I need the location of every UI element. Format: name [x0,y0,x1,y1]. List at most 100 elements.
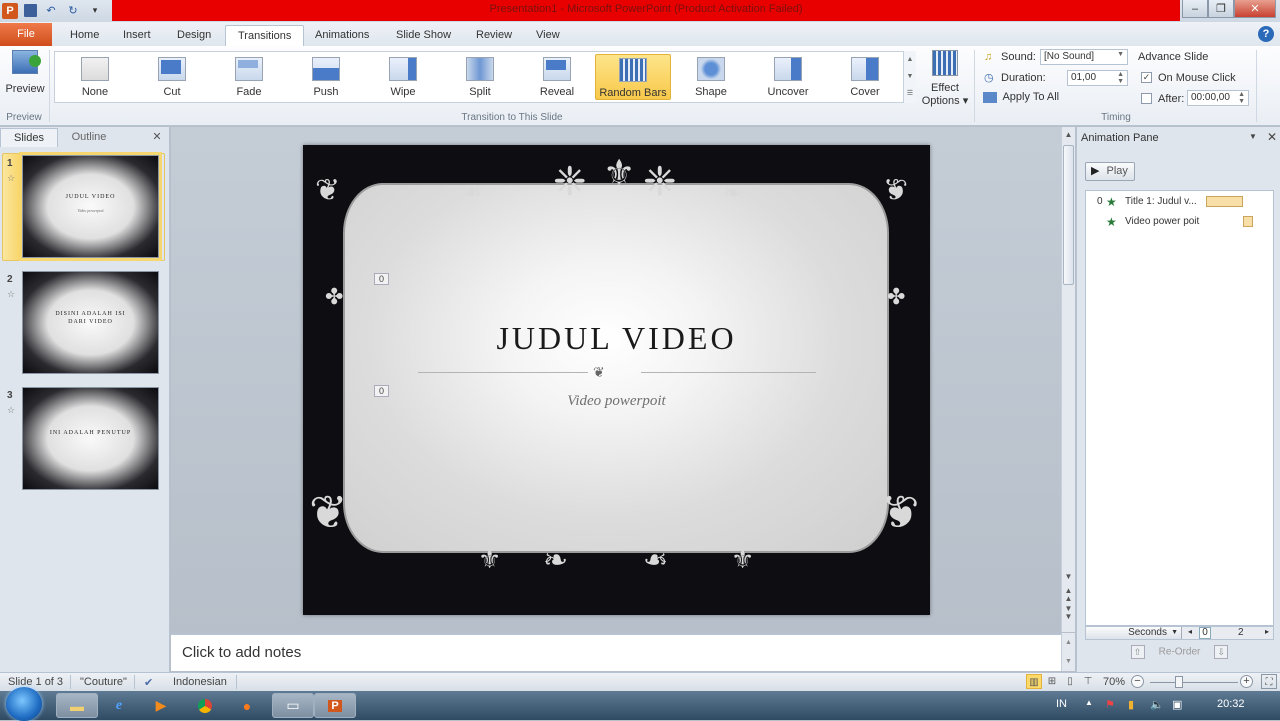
chrome-icon[interactable] [184,693,226,718]
move-up-icon[interactable]: ⇧ [1130,645,1145,659]
action-center-icon[interactable]: ⚑ [1105,698,1115,711]
transition-none[interactable]: None [59,54,131,100]
slide-thumbnail-1[interactable]: JUDUL VIDEO Video powerpoit [19,152,162,261]
animation-tag[interactable]: 0 [374,273,389,285]
clock[interactable]: 20:32 [1217,698,1245,710]
timeline-right-icon[interactable]: ▸ [1265,627,1269,636]
tab-insert[interactable]: Insert [111,25,163,46]
transition-push[interactable]: Push [290,54,362,100]
save-icon[interactable] [24,4,37,17]
customize-qat-icon[interactable]: ▾ [87,3,103,19]
transition-cover[interactable]: Cover [829,54,901,100]
animation-item[interactable]: 0 ★ Title 1: Judul v... [1086,193,1273,211]
after-checkbox[interactable] [1141,93,1152,104]
show-hidden-icons-icon[interactable]: ▲ [1085,698,1093,707]
close-button[interactable]: ✕ [1234,0,1276,18]
tab-outline[interactable]: Outline [60,128,118,147]
powerpoint-app-icon[interactable]: P [2,2,18,19]
scroll-down-icon[interactable]: ▼ [1062,572,1075,581]
slide-canvas[interactable]: ❦ ❧ ❧ ❈ ⚜ ❈ ❧ ❧ ❦ ✤ ✤ ❦ ⚜ ❧ ❧ ⚜ ❦ JUDUL … [303,145,930,615]
transition-split[interactable]: Split [444,54,516,100]
move-down-icon[interactable]: ⇩ [1214,645,1229,659]
animation-item[interactable]: ★ Video power poit [1086,213,1273,231]
zoom-out-icon[interactable]: − [1131,675,1144,688]
start-button[interactable] [6,687,42,721]
undo-icon[interactable]: ↶ [43,3,59,19]
tab-slides[interactable]: Slides [0,128,58,147]
notes-placeholder[interactable]: Click to add notes [182,644,301,661]
transition-uncover[interactable]: Uncover [752,54,824,100]
help-icon[interactable]: ? [1258,26,1274,42]
slide-thumbnail-2[interactable]: DISINI ADALAH ISI DARI VIDEO [22,271,159,374]
pane-options-icon[interactable]: ▼ [1249,132,1257,141]
on-mouse-click-checkbox[interactable]: ✓ [1141,72,1152,83]
tab-file[interactable]: File [0,23,52,46]
duration-input[interactable]: 01,00 ▲ ▼ [1067,70,1128,86]
tab-review[interactable]: Review [464,25,524,46]
powerpoint-taskbar-icon[interactable]: P [314,693,356,718]
effect-options-button[interactable]: Effect Options ▾ [920,50,970,107]
scroll-thumb[interactable] [1063,145,1074,285]
zoom-slider[interactable] [1150,682,1238,683]
tab-home[interactable]: Home [58,25,111,46]
gallery-more-icon[interactable]: ☰ [904,85,916,102]
tab-design[interactable]: Design [165,25,223,46]
tab-animations[interactable]: Animations [303,25,381,46]
gallery-scroll[interactable]: ▲ ▼ ☰ [903,51,916,103]
timing-bar[interactable] [1243,216,1253,227]
language[interactable]: Indonesian [173,676,227,688]
transition-shape[interactable]: Shape [675,54,747,100]
timing-bar[interactable] [1206,196,1243,207]
animation-tag[interactable]: 0 [374,385,389,397]
seconds-dropdown[interactable]: Seconds ▼ [1086,627,1182,639]
internet-explorer-icon[interactable]: e [98,693,140,718]
scroll-down-icon[interactable]: ▼ [1065,658,1072,665]
notes-pane[interactable]: Click to add notes [171,633,1061,671]
reading-view-icon[interactable]: ▯ [1062,674,1078,689]
close-pane-icon[interactable]: ✕ [148,128,166,147]
tab-slide-show[interactable]: Slide Show [384,25,463,46]
redo-icon[interactable]: ↻ [65,3,81,19]
sound-dropdown[interactable]: [No Sound] ▼ [1040,49,1128,65]
transition-reveal[interactable]: Reveal [521,54,593,100]
transition-cut[interactable]: Cut [136,54,208,100]
input-language[interactable]: IN [1056,698,1067,710]
scroll-up-icon[interactable]: ▲ [1065,639,1072,646]
preview-button[interactable]: Preview [4,50,46,98]
gallery-scroll-down-icon[interactable]: ▼ [904,68,916,85]
next-slide-icon[interactable]: ▼ ▼ [1062,605,1075,621]
explorer-taskbar-icon[interactable]: ▬ [56,693,98,718]
slide-thumbnail-3[interactable]: INI ADALAH PENUTUP [22,387,159,490]
spell-check-icon[interactable]: ✔ [144,676,153,689]
media-player-icon[interactable]: ▶ [140,693,182,718]
slide-sorter-icon[interactable]: ⊞ [1044,674,1060,689]
network-icon[interactable]: ▮ [1128,698,1134,711]
zoom-in-icon[interactable]: + [1240,675,1253,688]
after-time-input[interactable]: 00:00,00 ▲ ▼ [1187,90,1249,106]
apply-to-all-button[interactable]: Apply To All [983,91,1059,107]
timeline-left-icon[interactable]: ◂ [1188,627,1192,636]
firefox-icon[interactable]: ● [226,693,268,718]
transition-random-bars[interactable]: Random Bars [595,54,671,100]
fit-to-window-icon[interactable]: ⛶ [1261,674,1277,689]
zoom-level[interactable]: 70% [1103,676,1125,688]
close-pane-icon[interactable]: ✕ [1267,130,1277,144]
tab-view[interactable]: View [524,25,572,46]
volume-icon[interactable]: 🔈 [1150,698,1164,711]
vertical-scrollbar[interactable]: ▲ ▼ ▲ ▲ ▼ ▼ [1061,127,1075,632]
tab-transitions[interactable]: Transitions [225,25,305,46]
app-taskbar-icon[interactable]: ▭ [272,693,314,718]
previous-slide-icon[interactable]: ▲ ▲ [1062,587,1075,603]
spinner-icon[interactable]: ▲ ▼ [1238,91,1245,105]
transition-fade[interactable]: Fade [213,54,285,100]
minimize-button[interactable]: – [1182,0,1208,18]
zoom-slider-thumb[interactable] [1175,676,1183,688]
restore-button[interactable]: ❐ [1208,0,1234,18]
slide-subtitle[interactable]: Video powerpoit [303,393,930,410]
power-icon[interactable]: ▣ [1172,698,1182,711]
transition-wipe[interactable]: Wipe [367,54,439,100]
scroll-up-icon[interactable]: ▲ [1062,130,1075,139]
normal-view-icon[interactable]: ▥ [1026,674,1042,689]
slide-title[interactable]: JUDUL VIDEO [303,320,930,357]
notes-scrollbar[interactable]: ▲ ▼ [1061,633,1075,671]
